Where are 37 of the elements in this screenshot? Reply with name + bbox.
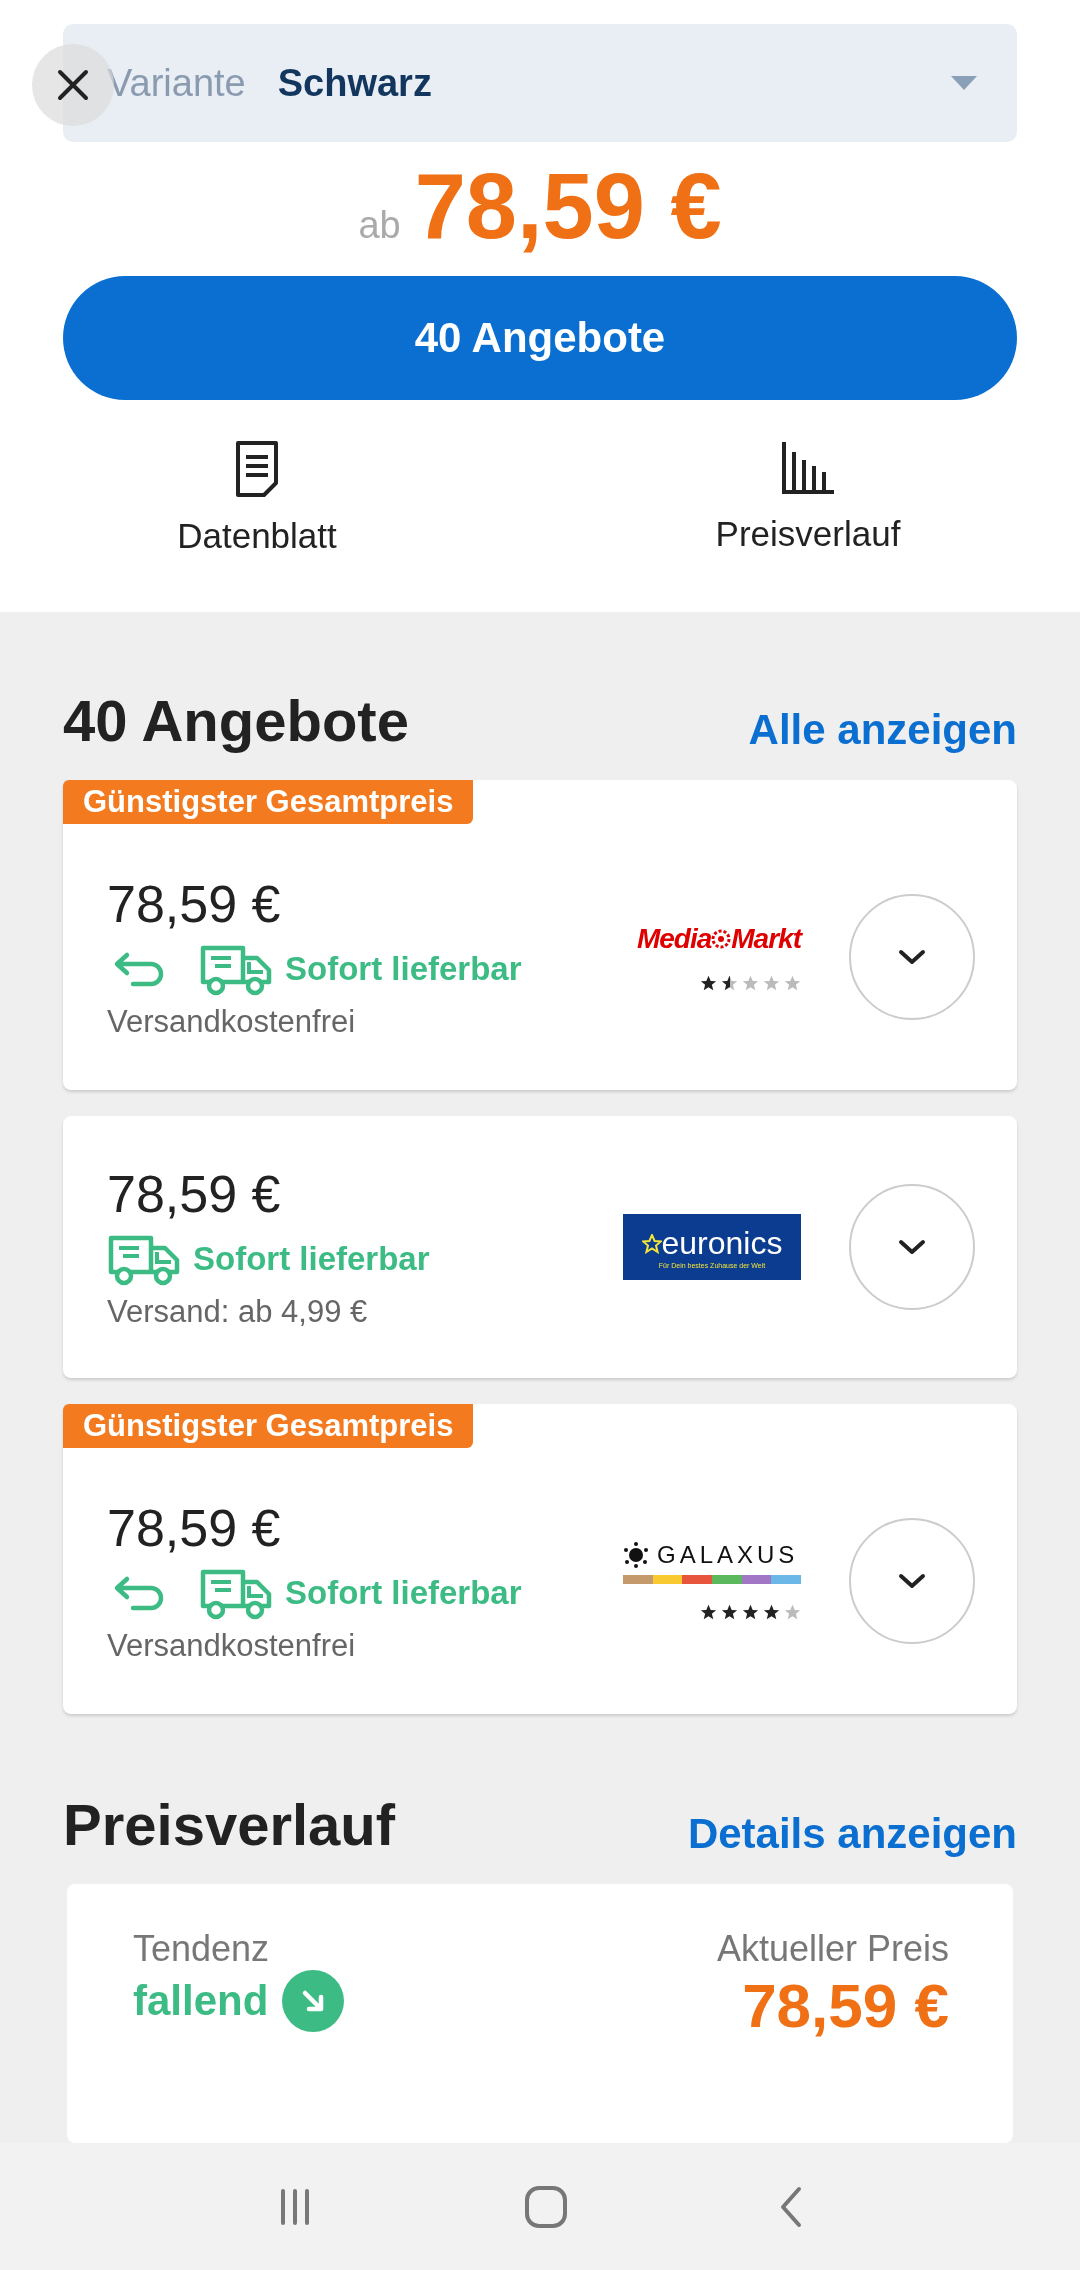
- show-all-link[interactable]: Alle anzeigen: [748, 706, 1017, 754]
- offer-badge: Günstigster Gesamtpreis: [63, 1404, 474, 1448]
- current-price-label: Aktueller Preis: [716, 1928, 949, 1970]
- lowest-price: 78,59 €: [414, 154, 722, 259]
- shop-logo: GALAXUS: [623, 1541, 801, 1584]
- shipping-text: Versand: ab 4,99 €: [107, 1294, 369, 1330]
- offers-button[interactable]: 40 Angebote: [63, 276, 1017, 400]
- offer-price: 78,59 €: [107, 1164, 282, 1224]
- chevron-down-icon: [898, 1239, 926, 1255]
- offer-card[interactable]: Günstigster Gesamtpreis 78,59 € Sofort lieferbar Versandkostenfrei Media Markt: [63, 780, 1017, 1090]
- chevron-down-icon: [898, 949, 926, 965]
- caret-icon: [951, 76, 977, 90]
- offer-price: 78,59 €: [107, 1498, 282, 1558]
- availability-text: Sofort lieferbar: [285, 1574, 522, 1612]
- section-title: Preisverlauf: [63, 1791, 396, 1858]
- offer-card[interactable]: Günstigster Gesamtpreis 78,59 € Sofort lieferbar Versandkostenfrei GALAXUS: [63, 1404, 1017, 1714]
- shipping-text: Versandkostenfrei: [107, 1628, 357, 1664]
- availability-text: Sofort lieferbar: [285, 950, 522, 988]
- trend-label: Tendenz: [133, 1928, 271, 1970]
- offer-badge: Günstigster Gesamtpreis: [63, 780, 474, 824]
- current-price: 78,59 €: [742, 1970, 949, 2041]
- close-icon: [56, 68, 90, 102]
- chevron-down-icon: [898, 1573, 926, 1589]
- details-link[interactable]: Details anzeigen: [687, 1810, 1017, 1858]
- shop-logo: Media Markt: [636, 922, 801, 955]
- section-title: 40 Angebote: [63, 687, 409, 754]
- trend-down-icon: [282, 1970, 345, 2032]
- trend-value: fallend: [133, 1977, 269, 2025]
- bar-chart-icon[interactable]: [780, 440, 836, 496]
- offer-price: 78,59 €: [107, 874, 282, 934]
- quick-link[interactable]: Datenblatt: [177, 516, 337, 556]
- variant-dropdown[interactable]: Variante Schwarz: [63, 24, 1017, 142]
- price-prefix: ab: [358, 204, 401, 247]
- shipping-text: Versandkostenfrei: [107, 1004, 357, 1040]
- quick-link[interactable]: Preisverlauf: [715, 514, 901, 554]
- availability-text: Sofort lieferbar: [193, 1240, 430, 1278]
- home-icon[interactable]: [524, 2184, 568, 2229]
